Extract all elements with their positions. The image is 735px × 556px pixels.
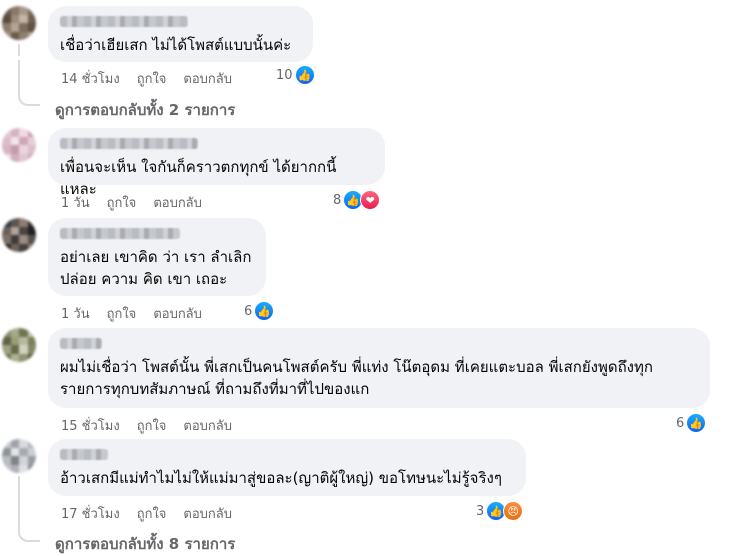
thread-hook (18, 60, 40, 106)
comment-actions: 17 ชั่วโมง ถูกใจ ตอบกลับ (61, 503, 232, 524)
comment-actions: 14 ชั่วโมง ถูกใจ ตอบกลับ (61, 68, 232, 89)
reply-button[interactable]: ตอบกลับ (183, 503, 232, 524)
comment-bubble: เพื่อนจะเห็น ใจกันก็คราวตกทุกข์ ได้ยากกน… (48, 128, 385, 198)
comment-bubble: เชื่อว่าเฮียเสก ไม่ได้โพสต์แบบนั้นค่ะ (48, 6, 313, 62)
avatar[interactable] (2, 439, 36, 473)
thread-line (18, 44, 20, 56)
commenter-name[interactable] (60, 449, 108, 460)
reaction-count: 6 (244, 303, 253, 319)
commenter-name[interactable] (60, 228, 180, 239)
commenter-name[interactable] (60, 138, 198, 149)
like-button[interactable]: ถูกใจ (137, 415, 167, 436)
reply-button[interactable]: ตอบกลับ (183, 68, 232, 89)
reaction-count: 10 (276, 67, 293, 83)
commenter-name[interactable] (60, 16, 188, 27)
avatar[interactable] (2, 218, 36, 252)
comment-time[interactable]: 1 วัน (61, 192, 90, 213)
avatar[interactable] (2, 6, 36, 40)
reply-button[interactable]: ตอบกลับ (153, 192, 202, 213)
reply-button[interactable]: ตอบกลับ (183, 415, 232, 436)
love-icon: ❤ (360, 190, 381, 210)
reply-button[interactable]: ตอบกลับ (153, 303, 202, 324)
reaction-summary[interactable]: 6 👍 (676, 413, 707, 433)
comment-text: ผมไม่เชื่อว่า โพสต์นั้น พี่เสกเป็นคนโพสต… (60, 358, 653, 398)
commenter-name[interactable] (60, 338, 102, 349)
comment-text: อ้าวเสกมีแม่ทำไมไม่ให้แม่มาสู่ขอละ(ญาติผ… (60, 469, 502, 487)
like-button[interactable]: ถูกใจ (107, 303, 137, 324)
comment-actions: 1 วัน ถูกใจ ตอบกลับ (61, 303, 202, 324)
like-button[interactable]: ถูกใจ (137, 503, 167, 524)
avatar[interactable] (2, 328, 36, 362)
comment-bubble: ผมไม่เชื่อว่า โพสต์นั้น พี่เสกเป็นคนโพสต… (48, 328, 710, 408)
reaction-count: 8 (333, 192, 342, 208)
like-button[interactable]: ถูกใจ (137, 68, 167, 89)
like-button[interactable]: ถูกใจ (107, 192, 137, 213)
comment-time[interactable]: 15 ชั่วโมง (61, 415, 120, 436)
comment-text: เชื่อว่าเฮียเสก ไม่ได้โพสต์แบบนั้นค่ะ (60, 36, 292, 54)
comment-text: อย่าเลย เขาคิด ว่า เรา ลำเลิก ปล่อย ความ… (60, 248, 252, 288)
view-replies-link[interactable]: ดูการตอบกลับทั้ง 8 รายการ (55, 532, 235, 556)
comment-actions: 15 ชั่วโมง ถูกใจ ตอบกลับ (61, 415, 232, 436)
comment-bubble: อ้าวเสกมีแม่ทำไมไม่ให้แม่มาสู่ขอละ(ญาติผ… (48, 439, 526, 496)
comment-time[interactable]: 1 วัน (61, 303, 90, 324)
reaction-summary[interactable]: 3 👍 😠 (476, 501, 524, 521)
view-replies-link[interactable]: ดูการตอบกลับทั้ง 2 รายการ (55, 98, 235, 122)
like-icon: 👍 (686, 413, 707, 433)
reaction-summary[interactable]: 10 👍 (276, 65, 315, 85)
reaction-summary[interactable]: 8 👍 ❤ (333, 190, 381, 210)
avatar[interactable] (2, 128, 36, 162)
like-icon: 👍 (254, 301, 275, 321)
angry-icon: 😠 (503, 501, 524, 521)
comment-time[interactable]: 14 ชั่วโมง (61, 68, 120, 89)
reaction-summary[interactable]: 6 👍 (244, 301, 275, 321)
thread-line (18, 476, 20, 516)
reaction-count: 3 (476, 503, 485, 519)
comment-bubble: อย่าเลย เขาคิด ว่า เรา ลำเลิก ปล่อย ความ… (48, 218, 266, 296)
comment-time[interactable]: 17 ชั่วโมง (61, 503, 120, 524)
reaction-count: 6 (676, 415, 685, 431)
comment-actions: 1 วัน ถูกใจ ตอบกลับ (61, 192, 202, 213)
like-icon: 👍 (294, 65, 315, 85)
thread-hook (18, 516, 40, 542)
